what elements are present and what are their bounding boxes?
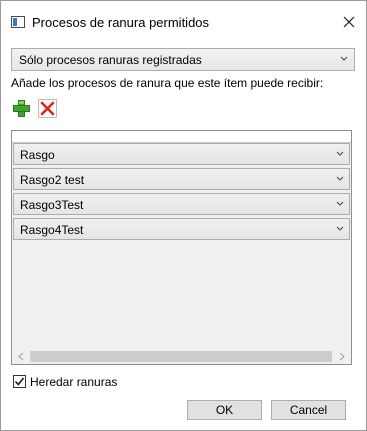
list-item-label: Rasgo3Test (20, 198, 84, 212)
filter-dropdown-value: Sólo procesos ranuras registradas (19, 53, 202, 67)
list-item-label: Rasgo (20, 148, 55, 162)
instruction-text: Añade los procesos de ranura que este ít… (11, 76, 324, 90)
ok-button[interactable]: OK (187, 400, 262, 420)
list-item-label: Rasgo2 test (20, 173, 85, 187)
window-icon (11, 16, 25, 28)
chevron-down-icon (340, 56, 348, 61)
chevron-down-icon (336, 201, 344, 206)
inherit-slots-checkbox[interactable] (13, 375, 26, 388)
close-icon (343, 16, 355, 28)
inherit-slots-label: Heredar ranuras (30, 375, 118, 389)
window-title: Procesos de ranura permitidos (32, 15, 210, 30)
chevron-down-icon (336, 176, 344, 181)
list-item[interactable]: Rasgo4Test (13, 218, 350, 240)
list-item-label: Rasgo4Test (20, 223, 84, 237)
list-item[interactable]: Rasgo2 test (13, 168, 350, 190)
horizontal-scrollbar[interactable] (13, 349, 350, 364)
checkmark-icon (14, 377, 25, 386)
x-icon (38, 99, 57, 118)
slot-process-list[interactable]: Rasgo Rasgo2 test Rasgo3Test Rasgo4Test (11, 130, 352, 365)
list-item[interactable]: Rasgo (13, 143, 350, 165)
delete-button[interactable] (38, 99, 57, 118)
title-bar: Procesos de ranura permitidos (1, 1, 366, 43)
plus-icon (13, 100, 30, 117)
filter-dropdown[interactable]: Sólo procesos ranuras registradas (11, 48, 355, 71)
chevron-down-icon (336, 226, 344, 231)
scroll-left-icon[interactable] (17, 352, 25, 361)
scroll-right-icon[interactable] (338, 352, 346, 361)
scrollbar-thumb[interactable] (30, 351, 332, 362)
chevron-down-icon (336, 151, 344, 156)
list-header (12, 131, 351, 143)
list-item[interactable]: Rasgo3Test (13, 193, 350, 215)
cancel-button[interactable]: Cancel (271, 400, 346, 420)
close-button[interactable] (335, 9, 363, 35)
add-button[interactable] (12, 99, 31, 118)
dialog-window: Procesos de ranura permitidos Sólo proce… (0, 0, 367, 431)
